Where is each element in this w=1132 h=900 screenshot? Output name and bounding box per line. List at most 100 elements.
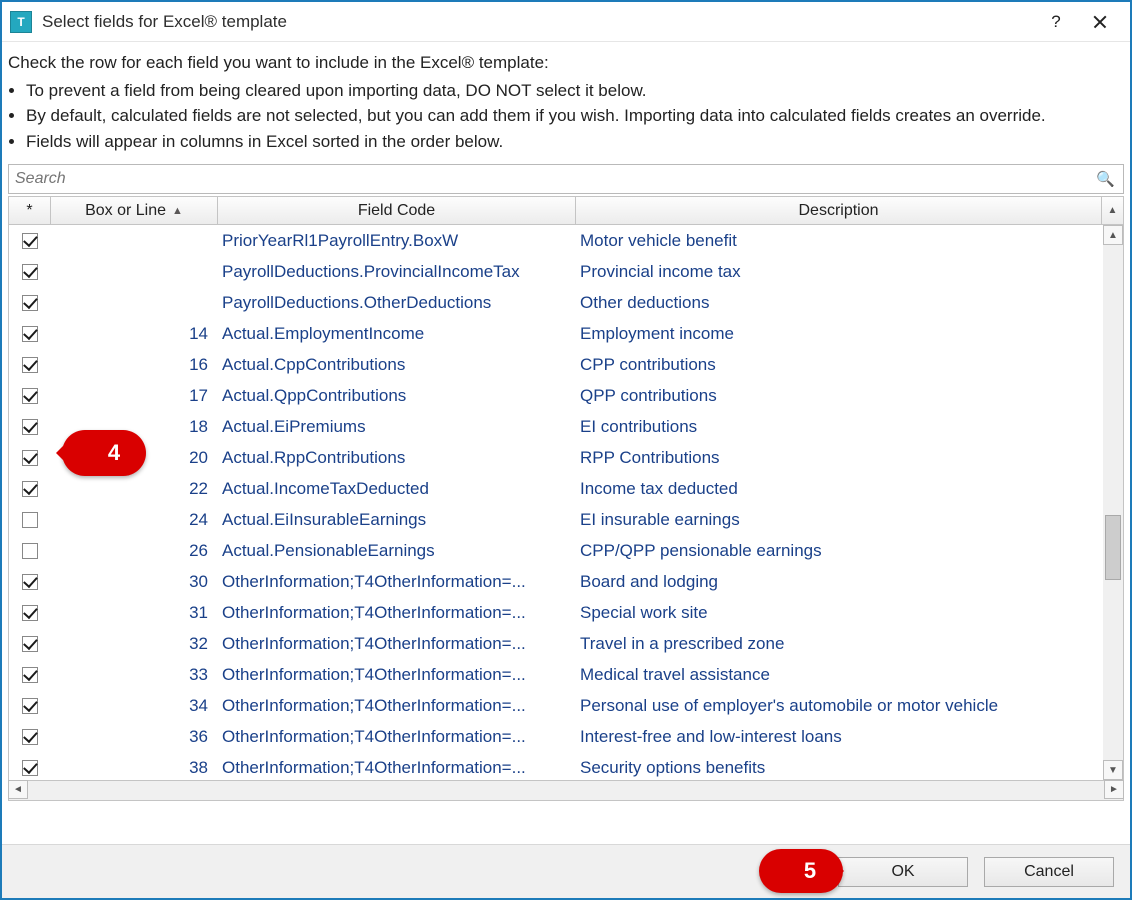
- scroll-right-button[interactable]: ►: [1104, 780, 1124, 799]
- table-row[interactable]: 16Actual.CppContributionsCPP contributio…: [9, 349, 1123, 380]
- instruction-item: Fields will appear in columns in Excel s…: [26, 129, 1124, 155]
- column-header-field-code[interactable]: Field Code: [218, 197, 576, 224]
- table-row[interactable]: PayrollDeductions.ProvincialIncomeTaxPro…: [9, 256, 1123, 287]
- cell-box-or-line: 26: [51, 541, 218, 561]
- grid-body: PriorYearRl1PayrollEntry.BoxWMotor vehic…: [8, 225, 1124, 781]
- cell-description: Board and lodging: [576, 572, 1123, 592]
- row-checkbox[interactable]: [22, 326, 38, 342]
- table-row[interactable]: 22Actual.IncomeTaxDeductedIncome tax ded…: [9, 473, 1123, 504]
- scroll-down-button[interactable]: ▼: [1103, 760, 1123, 780]
- vertical-scrollbar[interactable]: ▲ ▼: [1103, 225, 1123, 780]
- cell-description: Medical travel assistance: [576, 665, 1123, 685]
- cell-box-or-line: 14: [51, 324, 218, 344]
- cell-box-or-line: 38: [51, 758, 218, 778]
- table-row[interactable]: 33OtherInformation;T4OtherInformation=..…: [9, 659, 1123, 690]
- row-checkbox[interactable]: [22, 357, 38, 373]
- cell-description: Motor vehicle benefit: [576, 231, 1123, 251]
- cell-box-or-line: 30: [51, 572, 218, 592]
- cell-description: Personal use of employer's automobile or…: [576, 696, 1123, 716]
- cell-box-or-line: 36: [51, 727, 218, 747]
- row-checkbox[interactable]: [22, 450, 38, 466]
- table-row[interactable]: 30OtherInformation;T4OtherInformation=..…: [9, 566, 1123, 597]
- table-row[interactable]: 14Actual.EmploymentIncomeEmployment inco…: [9, 318, 1123, 349]
- cell-box-or-line: 16: [51, 355, 218, 375]
- cell-field-code: PriorYearRl1PayrollEntry.BoxW: [218, 231, 576, 251]
- instruction-item: To prevent a field from being cleared up…: [26, 78, 1124, 104]
- scroll-left-button[interactable]: ◄: [8, 780, 28, 799]
- cell-description: QPP contributions: [576, 386, 1123, 406]
- table-row[interactable]: 17Actual.QppContributionsQPP contributio…: [9, 380, 1123, 411]
- grid-header: * Box or Line ▲ Field Code Description ▲: [8, 197, 1124, 225]
- cell-field-code: OtherInformation;T4OtherInformation=...: [218, 572, 576, 592]
- row-checkbox[interactable]: [22, 636, 38, 652]
- cell-field-code: OtherInformation;T4OtherInformation=...: [218, 603, 576, 623]
- cancel-button[interactable]: Cancel: [984, 857, 1114, 887]
- cell-description: EI insurable earnings: [576, 510, 1123, 530]
- cell-description: Special work site: [576, 603, 1123, 623]
- row-checkbox[interactable]: [22, 481, 38, 497]
- row-checkbox[interactable]: [22, 698, 38, 714]
- row-checkbox[interactable]: [22, 574, 38, 590]
- cell-field-code: Actual.QppContributions: [218, 386, 576, 406]
- instructions-lead: Check the row for each field you want to…: [8, 50, 1124, 76]
- row-checkbox[interactable]: [22, 512, 38, 528]
- row-checkbox[interactable]: [22, 667, 38, 683]
- table-row[interactable]: 34OtherInformation;T4OtherInformation=..…: [9, 690, 1123, 721]
- cell-field-code: Actual.EmploymentIncome: [218, 324, 576, 344]
- cell-field-code: OtherInformation;T4OtherInformation=...: [218, 727, 576, 747]
- table-row[interactable]: 24Actual.EiInsurableEarningsEI insurable…: [9, 504, 1123, 535]
- search-input[interactable]: [9, 170, 1088, 188]
- table-row[interactable]: PayrollDeductions.OtherDeductionsOther d…: [9, 287, 1123, 318]
- row-checkbox[interactable]: [22, 605, 38, 621]
- fields-grid: * Box or Line ▲ Field Code Description ▲…: [8, 196, 1124, 781]
- cell-box-or-line: 24: [51, 510, 218, 530]
- cell-description: Interest-free and low-interest loans: [576, 727, 1123, 747]
- table-row[interactable]: 20Actual.RppContributionsRPP Contributio…: [9, 442, 1123, 473]
- horizontal-scrollbar[interactable]: ◄ ►: [8, 781, 1124, 801]
- cell-field-code: Actual.PensionableEarnings: [218, 541, 576, 561]
- table-row[interactable]: 26Actual.PensionableEarningsCPP/QPP pens…: [9, 535, 1123, 566]
- cell-description: RPP Contributions: [576, 448, 1123, 468]
- cell-field-code: Actual.CppContributions: [218, 355, 576, 375]
- cell-box-or-line: 32: [51, 634, 218, 654]
- table-row[interactable]: 31OtherInformation;T4OtherInformation=..…: [9, 597, 1123, 628]
- cell-box-or-line: 33: [51, 665, 218, 685]
- cell-field-code: OtherInformation;T4OtherInformation=...: [218, 665, 576, 685]
- search-icon[interactable]: 🔍: [1088, 170, 1123, 188]
- column-header-description[interactable]: Description: [576, 197, 1101, 224]
- help-icon: ?: [1051, 12, 1060, 32]
- row-checkbox[interactable]: [22, 543, 38, 559]
- row-checkbox[interactable]: [22, 388, 38, 404]
- table-row[interactable]: 36OtherInformation;T4OtherInformation=..…: [9, 721, 1123, 752]
- column-header-box-or-line[interactable]: Box or Line ▲: [51, 197, 218, 224]
- row-checkbox[interactable]: [22, 729, 38, 745]
- cell-field-code: Actual.EiInsurableEarnings: [218, 510, 576, 530]
- scroll-up-button[interactable]: ▲: [1103, 225, 1123, 245]
- cell-field-code: Actual.RppContributions: [218, 448, 576, 468]
- cell-description: Other deductions: [576, 293, 1123, 313]
- scroll-top-button[interactable]: ▲: [1101, 197, 1123, 224]
- table-row[interactable]: 38OtherInformation;T4OtherInformation=..…: [9, 752, 1123, 781]
- table-row[interactable]: 18Actual.EiPremiumsEI contributions: [9, 411, 1123, 442]
- row-checkbox[interactable]: [22, 419, 38, 435]
- row-checkbox[interactable]: [22, 295, 38, 311]
- column-header-label: Box or Line: [85, 202, 166, 220]
- row-checkbox[interactable]: [22, 233, 38, 249]
- scrollbar-thumb[interactable]: [1105, 515, 1121, 580]
- close-button[interactable]: [1078, 3, 1122, 41]
- table-row[interactable]: 32OtherInformation;T4OtherInformation=..…: [9, 628, 1123, 659]
- cell-box-or-line: 17: [51, 386, 218, 406]
- search-box[interactable]: 🔍: [8, 164, 1124, 194]
- help-button[interactable]: ?: [1034, 3, 1078, 41]
- cell-description: Provincial income tax: [576, 262, 1123, 282]
- titlebar: T Select fields for Excel® template ?: [2, 2, 1130, 42]
- row-checkbox[interactable]: [22, 760, 38, 776]
- column-header-star[interactable]: *: [9, 197, 51, 224]
- row-checkbox[interactable]: [22, 264, 38, 280]
- table-row[interactable]: PriorYearRl1PayrollEntry.BoxWMotor vehic…: [9, 225, 1123, 256]
- cell-box-or-line: 22: [51, 479, 218, 499]
- annotation-callout-4: 4: [62, 430, 146, 476]
- cell-field-code: PayrollDeductions.OtherDeductions: [218, 293, 576, 313]
- instructions: Check the row for each field you want to…: [2, 42, 1130, 158]
- ok-button[interactable]: OK: [838, 857, 968, 887]
